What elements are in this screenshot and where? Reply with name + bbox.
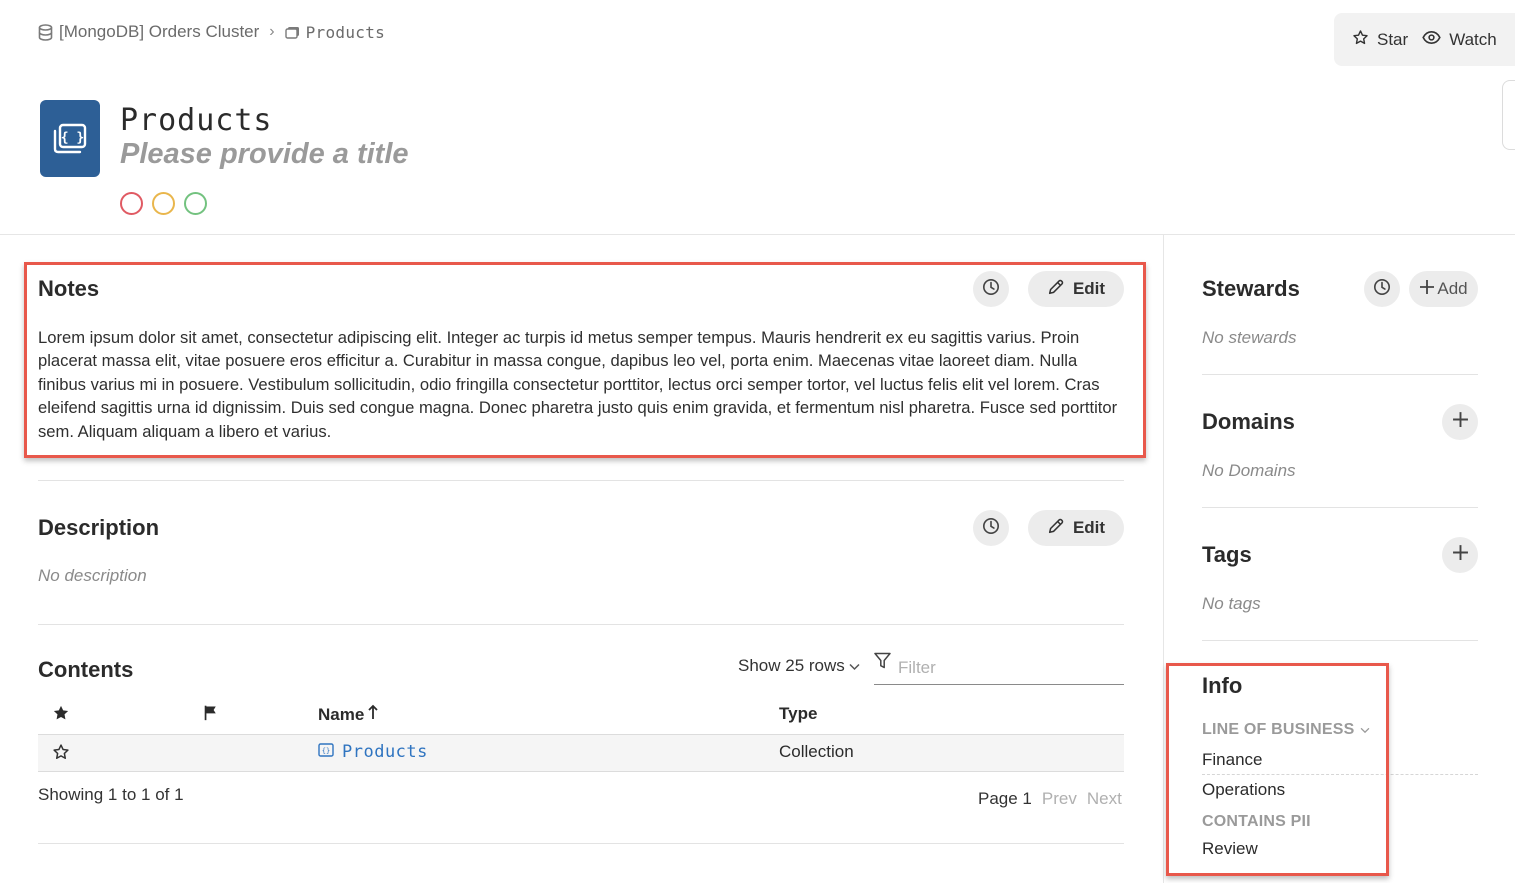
- show-rows-label: Show 25 rows: [738, 656, 845, 675]
- plus-icon: [1419, 279, 1435, 300]
- pagination: Page 1 Prev Next: [978, 789, 1122, 809]
- contains-pii-label: CONTAINS PII: [1202, 813, 1311, 830]
- database-icon: [38, 23, 53, 41]
- contents-title: Contents: [38, 657, 134, 682]
- filter-field[interactable]: [874, 652, 1124, 685]
- row-type-cell: Collection: [779, 742, 854, 761]
- tags-divider: [1202, 640, 1478, 641]
- asset-actions: Star Watch: [1334, 13, 1515, 66]
- history-icon: [1373, 278, 1391, 301]
- stewards-add-label: Add: [1437, 279, 1468, 298]
- line-of-business-value: Finance: [1202, 750, 1263, 769]
- line-of-business-toggle[interactable]: LINE OF BUSINESS: [1202, 721, 1370, 739]
- notes-edit-label: Edit: [1072, 279, 1106, 298]
- notes-history-button[interactable]: [973, 271, 1009, 307]
- asset-title-placeholder[interactable]: Please provide a title: [120, 138, 409, 171]
- domains-title: Domains: [1202, 409, 1295, 434]
- star-icon: [1352, 29, 1369, 51]
- line-of-business-label: LINE OF BUSINESS: [1202, 721, 1355, 738]
- domains-add-button[interactable]: [1442, 404, 1478, 440]
- line-of-business-value: Operations: [1202, 780, 1286, 799]
- description-history-button[interactable]: [973, 510, 1009, 546]
- flag-icon: [203, 704, 220, 726]
- star-icon: [52, 743, 70, 766]
- info-title: Info: [1202, 673, 1243, 698]
- tags-title: Tags: [1202, 542, 1252, 567]
- showing-count: Showing 1 to 1 of 1: [38, 785, 184, 804]
- flag-column-header[interactable]: [203, 704, 220, 726]
- star-filled-icon: [52, 704, 70, 727]
- breadcrumb-current: Products: [305, 22, 386, 42]
- description-edit-label: Edit: [1072, 518, 1106, 537]
- collection-icon: {}: [318, 742, 334, 762]
- watch-label: Watch: [1449, 29, 1497, 49]
- page-indicator: Page 1: [978, 789, 1032, 808]
- asset-name: Products: [120, 103, 273, 138]
- chevron-down-icon: [849, 656, 860, 676]
- status-indicators: [120, 192, 207, 215]
- info-dashed-divider: [1202, 774, 1478, 775]
- star-label: Star: [1377, 29, 1409, 49]
- collection-icon: [284, 26, 300, 39]
- side-panel-tab[interactable]: [1502, 80, 1515, 150]
- plus-icon: [1452, 544, 1469, 566]
- type-column-label: Type: [779, 704, 818, 723]
- header-divider: [0, 234, 1515, 235]
- domains-empty: No Domains: [1202, 461, 1296, 480]
- next-button[interactable]: Next: [1087, 789, 1122, 809]
- notes-edit-button[interactable]: Edit: [1028, 271, 1124, 307]
- notes-body: Lorem ipsum dolor sit amet, consectetur …: [38, 328, 1118, 441]
- domains-divider: [1202, 507, 1478, 508]
- breadcrumb: [MongoDB] Orders Cluster › Products: [38, 20, 385, 44]
- row-name-cell[interactable]: {} Products: [318, 742, 428, 762]
- svg-text:{ }: { }: [61, 130, 84, 145]
- filter-input[interactable]: [898, 658, 1108, 678]
- prev-button[interactable]: Prev: [1042, 789, 1077, 809]
- contains-pii-value: Review: [1202, 839, 1258, 858]
- row-name-link[interactable]: Products: [342, 742, 428, 762]
- svg-text:{}: {}: [322, 747, 330, 755]
- name-column-label: Name: [318, 704, 365, 724]
- eye-icon: [1422, 30, 1441, 50]
- breadcrumb-separator-icon: ›: [269, 23, 275, 40]
- table-row: [38, 734, 1124, 772]
- pencil-icon: [1047, 278, 1065, 301]
- sidebar-divider: [1163, 235, 1164, 883]
- stewards-empty: No stewards: [1202, 328, 1297, 347]
- stewards-title: Stewards: [1202, 276, 1300, 301]
- history-icon: [982, 517, 1000, 540]
- description-empty: No description: [38, 566, 147, 585]
- star-button[interactable]: Star: [1352, 29, 1408, 51]
- description-title: Description: [38, 515, 160, 540]
- info-highlight-box: [1166, 663, 1389, 876]
- stewards-history-button[interactable]: [1364, 271, 1400, 307]
- history-icon: [982, 278, 1000, 301]
- name-column-header[interactable]: Name: [318, 704, 378, 725]
- contents-divider: [38, 843, 1124, 844]
- breadcrumb-cluster-link[interactable]: [MongoDB] Orders Cluster: [59, 22, 259, 42]
- description-divider: [38, 624, 1124, 625]
- watch-button[interactable]: Watch: [1422, 30, 1497, 50]
- status-green-dot[interactable]: [184, 192, 207, 215]
- description-edit-button[interactable]: Edit: [1028, 510, 1124, 546]
- notes-divider: [38, 480, 1124, 481]
- status-red-dot[interactable]: [120, 192, 143, 215]
- chevron-down-icon: [1360, 721, 1370, 739]
- row-star-button[interactable]: [52, 743, 70, 766]
- pencil-icon: [1047, 517, 1065, 540]
- notes-title: Notes: [38, 276, 100, 301]
- tags-add-button[interactable]: [1442, 537, 1478, 573]
- status-yellow-dot[interactable]: [152, 192, 175, 215]
- tags-empty: No tags: [1202, 594, 1261, 613]
- type-column-header[interactable]: Type: [779, 704, 817, 724]
- stewards-divider: [1202, 374, 1478, 375]
- collection-logo-icon: { }: [40, 100, 100, 177]
- filter-icon: [874, 652, 891, 675]
- sort-arrow-icon: [368, 704, 378, 725]
- star-column-header[interactable]: [52, 704, 70, 727]
- show-rows-select[interactable]: Show 25 rows: [738, 656, 860, 676]
- stewards-add-button[interactable]: Add: [1409, 271, 1478, 307]
- plus-icon: [1452, 411, 1469, 433]
